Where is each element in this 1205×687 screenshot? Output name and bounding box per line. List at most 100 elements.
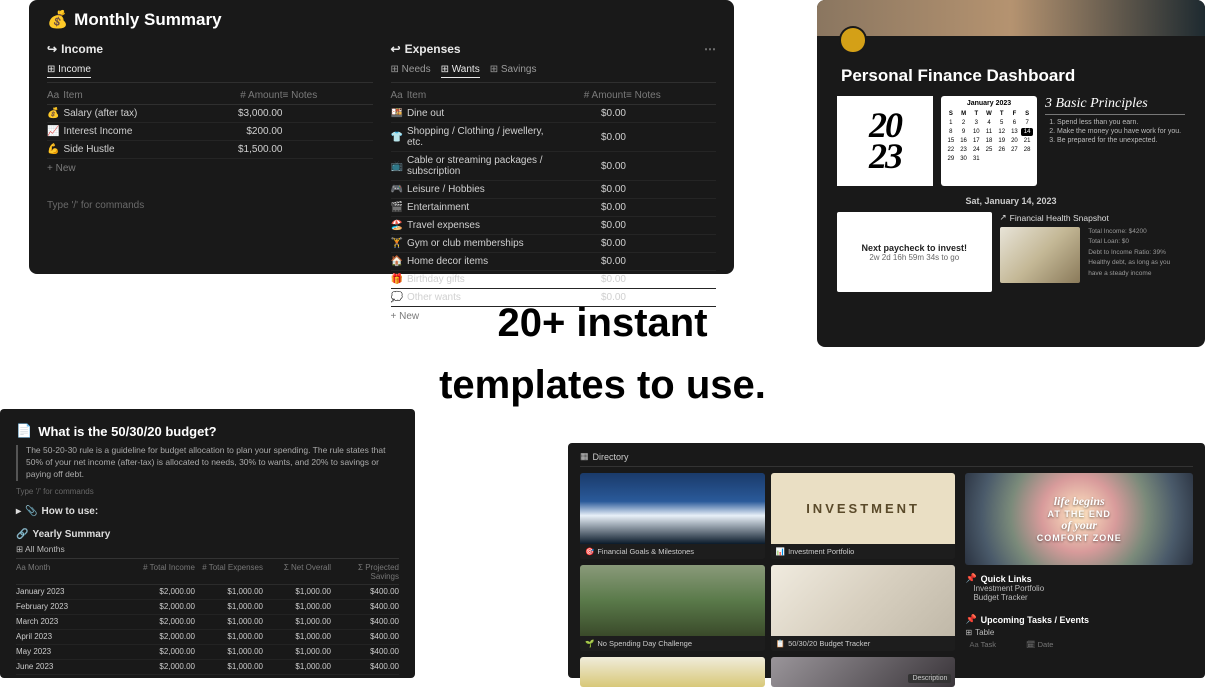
investment-thumb: INVESTMENT — [771, 473, 956, 544]
gallery-card-extra1[interactable] — [580, 657, 765, 687]
expense-row[interactable]: 👕Shopping / Clothing / jewellery, etc.$0… — [391, 123, 717, 152]
dashboard-hero-image — [817, 0, 1205, 36]
directory-panel: ▦ Directory 🎯Financial Goals & Milestone… — [568, 443, 1205, 678]
pens-thumb — [580, 657, 765, 687]
expense-row[interactable]: 🏋️Gym or club memberships$0.00 — [391, 235, 717, 253]
income-row[interactable]: 💰Salary (after tax)$3,000.00 — [47, 105, 373, 123]
expense-row[interactable]: 🏖️Travel expenses$0.00 — [391, 217, 717, 235]
all-months-tab[interactable]: ⊞ All Months — [16, 544, 399, 559]
calendar-day[interactable]: 20 — [1009, 137, 1021, 145]
expense-row[interactable]: 📺Cable or streaming packages / subscript… — [391, 152, 717, 181]
income-tab[interactable]: ⊞ Income — [47, 62, 91, 78]
yearly-row[interactable]: April 2023$2,000.00$1,000.00$1,000.00$40… — [16, 630, 399, 645]
income-row[interactable]: 💪Side Hustle$1,500.00 — [47, 141, 373, 159]
calendar-day[interactable]: 22 — [945, 146, 957, 154]
calendar-day[interactable]: 9 — [958, 128, 970, 136]
calendar-day[interactable]: 29 — [945, 155, 957, 163]
document-icon: 📄 — [16, 423, 32, 439]
expenses-section: ↩ Expenses ⋯ ⊞ Needs⊞ Wants⊞ Savings Aa … — [391, 42, 717, 326]
expand-icon: ↗ — [1000, 212, 1007, 223]
principle-item: Be prepared for the unexpected. — [1057, 137, 1185, 144]
gallery-card-nospending[interactable]: 🌱No Spending Day Challenge — [580, 565, 765, 651]
upcoming-tasks-heading: Upcoming Tasks / Events — [981, 615, 1089, 625]
calendar-day[interactable]: 16 — [958, 137, 970, 145]
calendar-day[interactable]: 14 — [1021, 128, 1033, 136]
calendar-day[interactable]: 2 — [958, 119, 970, 127]
yearly-row[interactable]: January 2023$2,000.00$1,000.00$1,000.00$… — [16, 585, 399, 600]
yearly-row[interactable]: March 2023$2,000.00$1,000.00$1,000.00$40… — [16, 615, 399, 630]
calendar-icon: 🗓 — [1026, 640, 1036, 649]
arrow-in-icon: ↪ — [47, 42, 57, 56]
calendar-day[interactable]: 28 — [1021, 146, 1033, 154]
income-new-row[interactable]: + New — [47, 159, 373, 178]
mini-calendar[interactable]: January 2023 SMTWTFS12345678910111213141… — [941, 96, 1037, 186]
calendar-day[interactable]: 25 — [983, 146, 995, 154]
gallery-card-extra2[interactable]: Description — [771, 657, 956, 687]
clipboard-icon: 📋 — [776, 639, 785, 648]
year-graphic: 2023 — [837, 96, 933, 186]
calendar-day[interactable]: 7 — [1021, 119, 1033, 127]
expense-row[interactable]: 🏠Home decor items$0.00 — [391, 253, 717, 271]
calendar-day[interactable]: 26 — [996, 146, 1008, 154]
yearly-summary-heading: Yearly Summary — [32, 529, 110, 540]
expense-tab-savings[interactable]: ⊞ Savings — [490, 62, 537, 78]
income-row[interactable]: 📈Interest Income$200.00 — [47, 123, 373, 141]
calendar-day[interactable]: 15 — [945, 137, 957, 145]
moneybag-emoji-icon — [841, 28, 865, 52]
directory-tab[interactable]: ▦ Directory — [580, 451, 1193, 467]
calendar-day[interactable]: 11 — [983, 128, 995, 136]
calendar-day[interactable]: 1 — [945, 119, 957, 127]
expense-row[interactable]: 🎬Entertainment$0.00 — [391, 199, 717, 217]
calendar-day[interactable]: 18 — [983, 137, 995, 145]
calendar-day[interactable]: 27 — [1009, 146, 1021, 154]
expense-tab-needs[interactable]: ⊞ Needs — [391, 62, 431, 78]
principle-item: Spend less than you earn. — [1057, 119, 1185, 126]
calendar-day[interactable]: 3 — [970, 119, 982, 127]
financial-health-card: ↗Financial Health Snapshot Total Income:… — [1000, 212, 1185, 292]
gallery-card-503020[interactable]: 📋50/30/20 Budget Tracker — [771, 565, 956, 651]
calendar-day[interactable]: 24 — [970, 146, 982, 154]
calendar-day[interactable]: 10 — [970, 128, 982, 136]
yearly-row[interactable]: May 2023$2,000.00$1,000.00$1,000.00$400.… — [16, 645, 399, 660]
principle-item: Make the money you have work for you. — [1057, 128, 1185, 135]
calendar-day[interactable]: 5 — [996, 119, 1008, 127]
calendar-day[interactable]: 17 — [970, 137, 982, 145]
earth-thumb — [580, 473, 765, 544]
clip-icon: 📎 — [25, 506, 37, 517]
more-icon[interactable]: ⋯ — [704, 42, 716, 56]
yearly-row[interactable]: June 2023$2,000.00$1,000.00$1,000.00$400… — [16, 660, 399, 675]
calendar-day[interactable]: 21 — [1021, 137, 1033, 145]
quick-link-item[interactable]: Budget Tracker — [973, 593, 1193, 602]
command-hint: Type '/' for commands — [16, 487, 399, 496]
rule-title: What is the 50/30/20 budget? — [38, 424, 216, 439]
health-stat: Debt to Income Ratio: 39% — [1088, 248, 1185, 258]
calendar-day[interactable]: 30 — [958, 155, 970, 163]
gallery-card-investment[interactable]: INVESTMENT 📊Investment Portfolio — [771, 473, 956, 559]
calendar-day[interactable]: 8 — [945, 128, 957, 136]
expense-tab-wants[interactable]: ⊞ Wants — [441, 62, 480, 78]
calendar-day[interactable]: 31 — [970, 155, 982, 163]
command-hint: Type '/' for commands — [47, 200, 373, 211]
yearly-row[interactable]: February 2023$2,000.00$1,000.00$1,000.00… — [16, 600, 399, 615]
gallery-icon: ▦ — [580, 451, 589, 462]
health-stat: Total Income: $4200 — [1088, 227, 1185, 237]
calendar-day[interactable]: 12 — [996, 128, 1008, 136]
table-icon: ⊞ — [965, 628, 972, 637]
calendar-day[interactable]: 19 — [996, 137, 1008, 145]
expense-row[interactable]: 🎁Birthday gifts$0.00 — [391, 271, 717, 289]
expense-row[interactable]: 🍱Dine out$0.00 — [391, 105, 717, 123]
expense-row[interactable]: 🎮Leisure / Hobbies$0.00 — [391, 181, 717, 199]
calendar-day[interactable]: 13 — [1009, 128, 1021, 136]
table-view-tab[interactable]: ⊞Table — [965, 628, 1193, 637]
calendar-day[interactable]: 23 — [958, 146, 970, 154]
toggle-icon[interactable]: ▸ — [16, 506, 21, 517]
chart-icon: 📊 — [776, 547, 785, 556]
gallery-card-goals[interactable]: 🎯Financial Goals & Milestones — [580, 473, 765, 559]
calendar-day[interactable]: 6 — [1009, 119, 1021, 127]
current-date: Sat, January 14, 2023 — [817, 196, 1205, 206]
quick-links-heading: Quick Links — [981, 574, 1032, 584]
paycheck-card[interactable]: Next paycheck to invest! 2w 2d 16h 59m 3… — [837, 212, 992, 292]
how-to-use-heading[interactable]: How to use: — [41, 506, 98, 517]
quick-link-item[interactable]: Investment Portfolio — [973, 584, 1193, 593]
calendar-day[interactable]: 4 — [983, 119, 995, 127]
